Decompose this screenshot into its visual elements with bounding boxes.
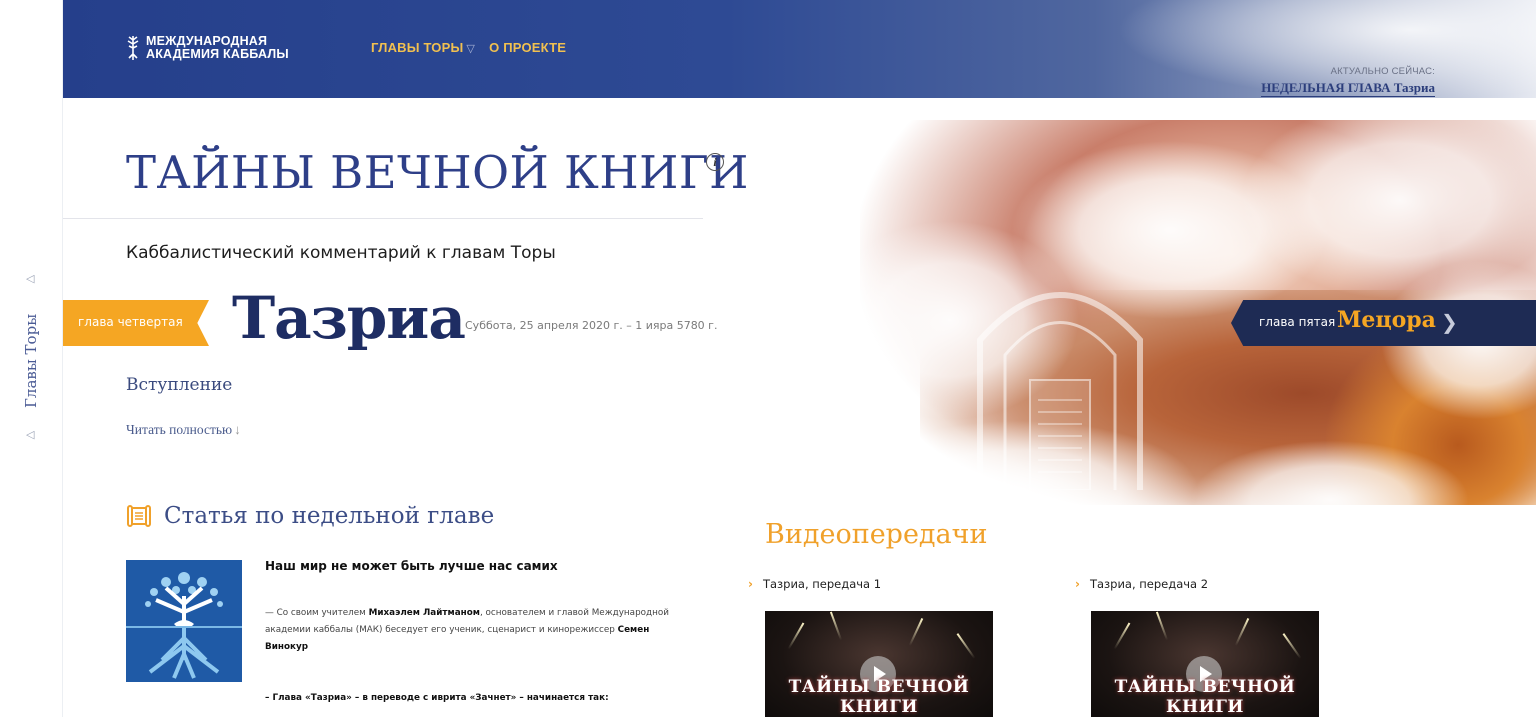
video-title[interactable]: › Тазриа, передача 1	[748, 577, 1008, 591]
rail-arrow-down-icon[interactable]: ◁	[26, 428, 34, 441]
video-caption: ТАЙНЫ ВЕЧНОЙ КНИГИ	[788, 677, 970, 717]
current-chapter-link[interactable]: НЕДЕЛЬНАЯ ГЛАВА Тазриа	[1261, 80, 1435, 97]
intro-heading: Вступление	[126, 375, 233, 395]
read-more-label: Читать полностью	[126, 422, 233, 437]
spark-decoration	[1155, 611, 1169, 641]
spark-decoration	[1113, 622, 1131, 650]
tree-roots-icon	[126, 560, 242, 682]
dropdown-triangle-icon: ▽	[466, 43, 476, 55]
read-more-link[interactable]: Читать полностью ↓	[126, 422, 241, 438]
video-item[interactable]: › Тазриа, передача 2 ТАЙНЫ ВЕЧНОЙ КНИГИ	[1075, 577, 1335, 717]
nav-torah-chapters-label: ГЛАВЫ ТОРЫ	[371, 40, 464, 55]
article-lead-name-1: Михаэлем Лайтманом	[368, 608, 480, 618]
info-icon[interactable]: i	[706, 153, 724, 171]
logo[interactable]: МЕЖДУНАРОДНАЯ АКАДЕМИЯ КАББАЛЫ	[126, 34, 289, 62]
rail-label-torah-chapters[interactable]: Главы Торы	[22, 314, 40, 408]
chapter-name: Тазриа	[232, 284, 466, 352]
current-chapter-block: АКТУАЛЬНО СЕЙЧАС: НЕДЕЛЬНАЯ ГЛАВА Тазриа	[1261, 66, 1435, 97]
arrow-down-icon: ↓	[234, 422, 241, 437]
nav-about-project[interactable]: О ПРОЕКТЕ	[489, 40, 566, 55]
current-caption: АКТУАЛЬНО СЕЙЧАС:	[1330, 66, 1435, 77]
side-rail: ◁ Главы Торы ◁	[0, 0, 63, 717]
article-section-heading: Статья по недельной главе	[164, 503, 495, 529]
next-chapter-name: Мецора	[1337, 307, 1436, 333]
chevron-right-icon: ›	[1075, 577, 1080, 591]
spark-decoration	[956, 633, 976, 659]
spark-decoration	[829, 611, 843, 641]
nav-torah-chapters[interactable]: ГЛАВЫ ТОРЫ ▽	[371, 40, 475, 55]
spark-decoration	[1282, 633, 1302, 659]
video-section-heading: Видеопередачи	[765, 519, 988, 550]
spark-decoration	[787, 622, 805, 650]
logo-text: МЕЖДУНАРОДНАЯ АКАДЕМИЯ КАББАЛЫ	[146, 35, 289, 61]
chevron-right-icon: ❯	[1441, 310, 1458, 334]
article-thumbnail[interactable]	[126, 560, 242, 682]
video-title-label: Тазриа, передача 2	[1089, 577, 1209, 591]
article-title[interactable]: Наш мир не может быть лучше нас самих	[265, 559, 558, 573]
title-divider	[63, 218, 703, 219]
main-nav: ГЛАВЫ ТОРЫ ▽ О ПРОЕКТЕ	[371, 40, 566, 55]
next-chapter-badge[interactable]: глава пятая Мецора ❯	[1231, 300, 1536, 346]
prev-chapter-badge[interactable]: глава четвертая	[63, 300, 209, 346]
chapter-date: Суббота, 25 апреля 2020 г. – 1 ияра 5780…	[465, 319, 718, 332]
video-caption: ТАЙНЫ ВЕЧНОЙ КНИГИ	[1114, 677, 1296, 717]
article-quote: – Глава «Тазриа» – в переводе с иврита «…	[265, 693, 609, 703]
video-thumbnail[interactable]: ТАЙНЫ ВЕЧНОЙ КНИГИ	[765, 611, 993, 717]
video-title-label: Тазриа, передача 1	[762, 577, 882, 591]
logo-line-2: АКАДЕМИЯ КАББАЛЫ	[146, 47, 289, 61]
nav-about-project-label: О ПРОЕКТЕ	[489, 40, 567, 55]
page-title: ТАЙНЫ ВЕЧНОЙ КНИГИ	[126, 146, 749, 199]
article-lead: — Со своим учителем Михаэлем Лайтманом, …	[265, 605, 685, 656]
prev-chapter-label: глава четвертая	[78, 315, 183, 329]
article-lead-prefix: — Со своим учителем	[265, 608, 369, 618]
chevron-right-icon: ›	[748, 577, 753, 591]
spark-decoration	[908, 617, 924, 647]
video-item[interactable]: › Тазриа, передача 1 ТАЙНЫ ВЕЧНОЙ КНИГИ	[748, 577, 1008, 717]
video-thumbnail[interactable]: ТАЙНЫ ВЕЧНОЙ КНИГИ	[1091, 611, 1319, 717]
spark-decoration	[1234, 617, 1250, 647]
next-chapter-label: глава пятая	[1259, 315, 1336, 329]
rail-arrow-up-icon[interactable]: ◁	[26, 272, 34, 285]
video-title[interactable]: › Тазриа, передача 2	[1075, 577, 1335, 591]
scroll-icon	[127, 505, 151, 527]
tree-logo-icon	[127, 36, 139, 60]
page-subtitle: Каббалистический комментарий к главам То…	[126, 243, 556, 263]
